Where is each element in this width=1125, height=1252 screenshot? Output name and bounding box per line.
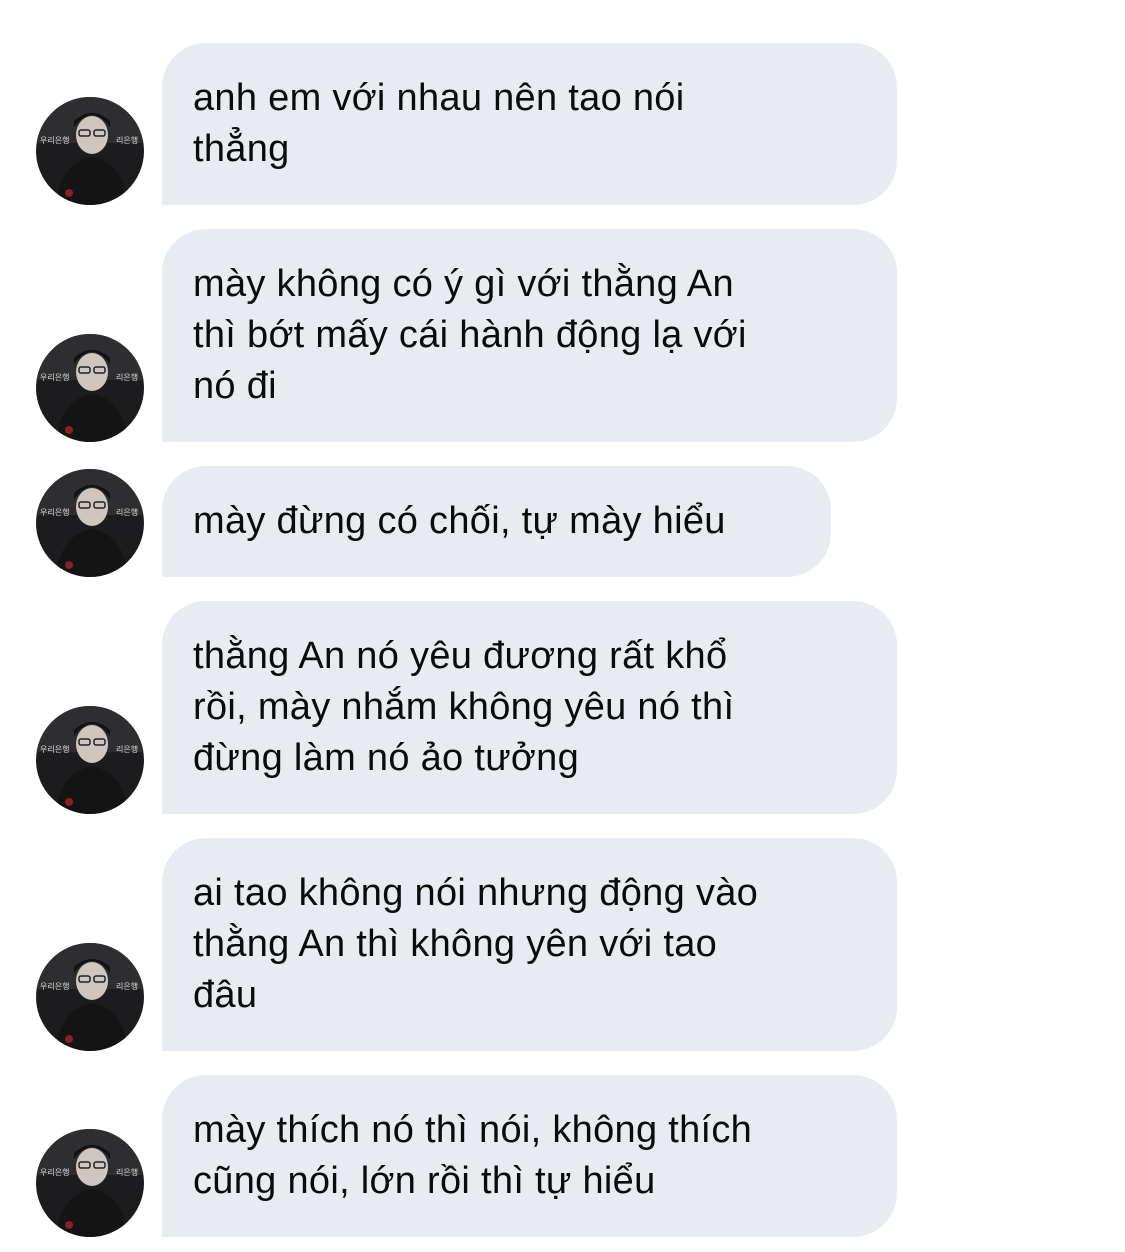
user-avatar-icon: 우리은행 리은행 <box>36 943 144 1051</box>
avatar[interactable]: 우리은행 리은행 <box>36 1129 144 1237</box>
avatar[interactable]: 우리은행 리은행 <box>36 943 144 1051</box>
message-bubble[interactable]: anh em với nhau nên tao nói thẳng <box>162 43 897 205</box>
avatar[interactable]: 우리은행 리은행 <box>36 97 144 205</box>
svg-text:리은행: 리은행 <box>116 135 138 145</box>
user-avatar-icon: 우리은행 리은행 <box>36 706 144 814</box>
svg-text:우리은행: 우리은행 <box>40 744 69 754</box>
message-text: mày không có ý gì với thằng An thì bớt m… <box>193 263 747 407</box>
svg-text:우리은행: 우리은행 <box>40 135 69 145</box>
message-bubble[interactable]: thằng An nó yêu đương rất khổ rồi, mày n… <box>162 601 897 814</box>
message-bubble[interactable]: mày không có ý gì với thằng An thì bớt m… <box>162 229 897 442</box>
svg-text:우리은행: 우리은행 <box>40 372 69 382</box>
message-bubble[interactable]: mày thích nó thì nói, không thích cũng n… <box>162 1075 897 1237</box>
user-avatar-icon: 우리은행 리은행 <box>36 1129 144 1237</box>
user-avatar-icon: 우리은행 리은행 <box>36 469 144 577</box>
message-text: ai tao không nói nhưng động vào thằng An… <box>193 872 759 1016</box>
user-avatar-icon: 우리은행 리은행 <box>36 334 144 442</box>
avatar[interactable]: 우리은행 리은행 <box>36 706 144 814</box>
message-text: anh em với nhau nên tao nói thẳng <box>193 77 685 170</box>
message-bubble[interactable]: ai tao không nói nhưng động vào thằng An… <box>162 838 897 1051</box>
svg-text:우리은행: 우리은행 <box>40 507 69 517</box>
svg-text:리은행: 리은행 <box>116 507 138 517</box>
avatar[interactable]: 우리은행 리은행 <box>36 469 144 577</box>
svg-text:리은행: 리은행 <box>116 744 138 754</box>
message-bubble[interactable]: mày đừng có chối, tự mày hiểu <box>162 466 831 577</box>
user-avatar-icon: 우리은행 리은행 <box>36 97 144 205</box>
svg-text:리은행: 리은행 <box>116 372 138 382</box>
avatar[interactable]: 우리은행 리은행 <box>36 334 144 442</box>
svg-text:우리은행: 우리은행 <box>40 981 69 991</box>
message-thread: anh em với nhau nên tao nói thẳng 우리은행 리… <box>0 0 1125 1252</box>
message-text: mày thích nó thì nói, không thích cũng n… <box>193 1109 753 1202</box>
message-text: thằng An nó yêu đương rất khổ rồi, mày n… <box>193 635 735 779</box>
svg-text:리은행: 리은행 <box>116 981 138 991</box>
message-text: mày đừng có chối, tự mày hiểu <box>193 500 726 542</box>
svg-text:리은행: 리은행 <box>116 1167 138 1177</box>
svg-text:우리은행: 우리은행 <box>40 1167 69 1177</box>
